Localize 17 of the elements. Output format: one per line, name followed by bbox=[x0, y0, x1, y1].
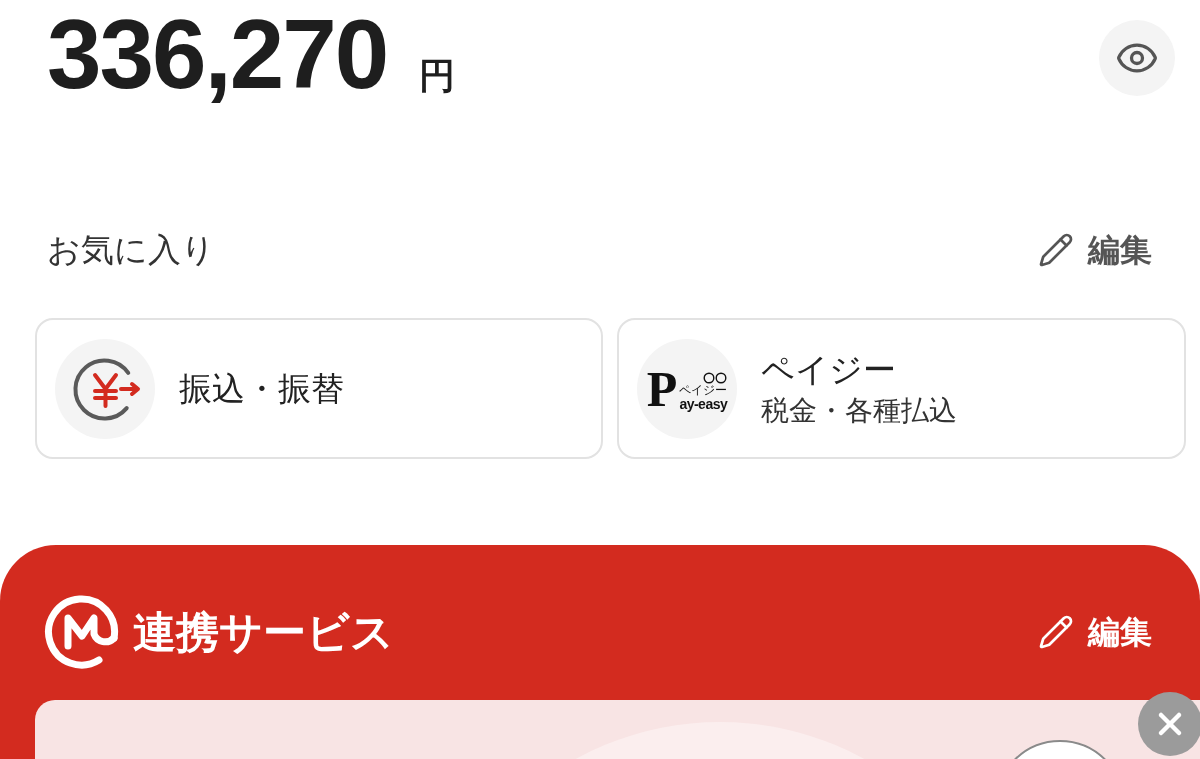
balance-amount: 336,270 bbox=[47, 5, 388, 103]
logo-initial: P bbox=[646, 366, 678, 411]
section-title: お気に入り bbox=[47, 230, 215, 270]
shortcut-title: 振込・振替 bbox=[179, 368, 344, 409]
m-circle-logo-icon bbox=[44, 594, 120, 670]
currency-unit: 円 bbox=[419, 58, 456, 94]
pencil-icon bbox=[1038, 232, 1074, 268]
logo-wordmark: ay-easy bbox=[679, 396, 728, 411]
shortcut-subtitle: 税金・各種払込 bbox=[761, 393, 957, 428]
pencil-icon bbox=[1038, 614, 1074, 650]
logo-ruby: ペイジー bbox=[679, 383, 728, 397]
shortcut-title: ペイジー bbox=[761, 349, 897, 390]
shortcut-card[interactable]: 振込・振替 bbox=[35, 318, 603, 459]
section-title: 連携サービス bbox=[133, 607, 394, 657]
edit-button[interactable]: 編集 bbox=[1038, 230, 1152, 270]
double-circle-icon bbox=[703, 371, 728, 384]
edit-button[interactable]: 編集 bbox=[1038, 612, 1152, 652]
